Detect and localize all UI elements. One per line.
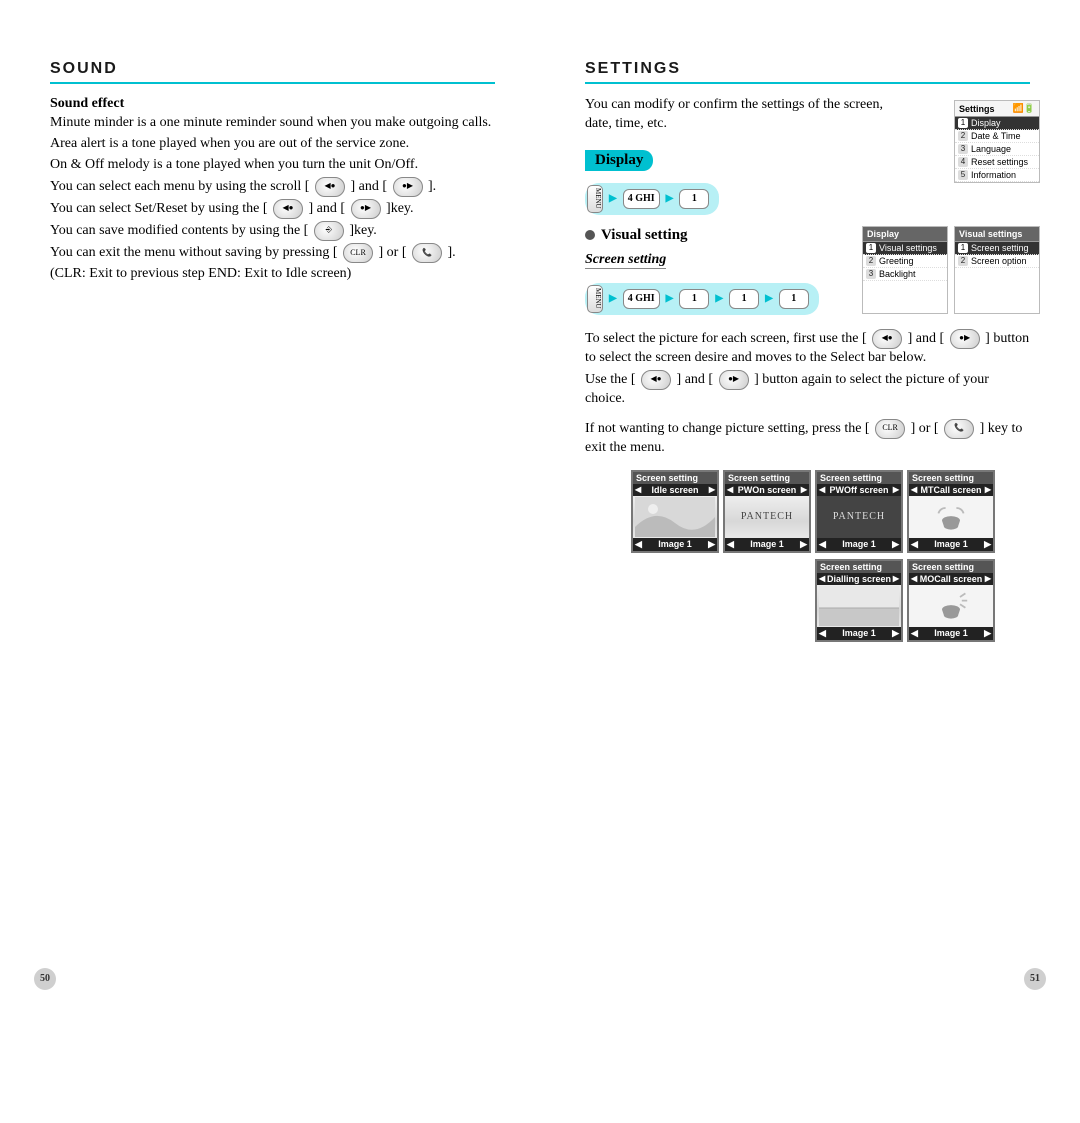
section-title-sound: SOUND — [50, 60, 495, 78]
landscape-thumb-icon — [817, 585, 901, 627]
page-number-right: 51 — [1024, 968, 1046, 990]
arrow-icon: ▶ — [666, 193, 674, 204]
paragraph: You can save modified contents by using … — [50, 221, 495, 241]
paragraph: On & Off melody is a tone played when yo… — [50, 156, 495, 175]
ok-key-icon: ⎆ — [314, 221, 344, 241]
phone-header-title: Settings — [959, 104, 995, 114]
paragraph: If not wanting to change picture setting… — [585, 419, 1030, 458]
phone-header-title: Visual settings — [959, 229, 1022, 239]
scroll-right-icon: ●▶ — [950, 329, 980, 349]
signal-battery-icon: 📶🔋 — [1013, 103, 1035, 114]
pantech-logo-dark-icon: PANTECH — [817, 496, 901, 538]
nav-strip-display: MENU ▶ 4 GHI ▶ 1 — [585, 183, 719, 215]
keypad-1-icon: 1 — [729, 289, 759, 309]
pantech-logo-icon: PANTECH — [725, 496, 809, 538]
paragraph: Area alert is a tone played when you are… — [50, 135, 495, 154]
paragraph: (CLR: Exit to previous step END: Exit to… — [50, 265, 495, 284]
keypad-1-icon: 1 — [679, 189, 709, 209]
end-key-icon: 📞 — [944, 419, 974, 439]
phone-screenshot-visual: Visual settings 1Screen setting 2Screen … — [954, 226, 1040, 314]
menu-key-icon: MENU — [587, 185, 603, 213]
scroll-right-icon: ●▶ — [393, 177, 423, 197]
scroll-right-icon: ●▶ — [719, 370, 749, 390]
screen-preview: Screen setting ◀MTCall screen▶ ◀Image 1▶ — [907, 470, 995, 553]
paragraph: Minute minder is a one minute reminder s… — [50, 114, 495, 133]
menu-key-icon: MENU — [587, 285, 603, 313]
subhead-screen-setting: Screen setting — [585, 252, 666, 269]
page-number-left: 50 — [34, 968, 56, 990]
arrow-icon: ▶ — [715, 293, 723, 304]
screen-preview: Screen setting ◀Dialling screen▶ ◀Image … — [815, 559, 903, 642]
paragraph: You can modify or confirm the settings o… — [585, 96, 885, 134]
screen-preview: Screen setting ◀MOCall screen▶ ◀Image 1▶ — [907, 559, 995, 642]
title-rule — [50, 82, 495, 84]
keypad-4-icon: 4 GHI — [623, 289, 660, 309]
scroll-left-icon: ◀● — [872, 329, 902, 349]
keypad-1-icon: 1 — [779, 289, 809, 309]
arrow-icon: ▶ — [609, 293, 617, 304]
landscape-thumb-icon — [633, 496, 717, 538]
arrow-icon: ▶ — [765, 293, 773, 304]
clr-key-icon: CLR — [343, 243, 373, 263]
paragraph: You can select each menu by using the sc… — [50, 177, 495, 197]
end-key-icon: 📞 — [412, 243, 442, 263]
clr-key-icon: CLR — [875, 419, 905, 439]
subhead-sound-effect: Sound effect — [50, 96, 495, 112]
arrow-icon: ▶ — [609, 193, 617, 204]
bullet-icon — [585, 230, 595, 240]
paragraph: To select the picture for each screen, f… — [585, 329, 1030, 368]
arrow-icon: ▶ — [666, 293, 674, 304]
phone-screenshot-display: Display 1Visual settings 2Greeting 3Back… — [862, 226, 948, 314]
phone-header-title: Display — [867, 229, 899, 239]
scroll-left-icon: ◀● — [641, 370, 671, 390]
phone-ringing-icon — [909, 496, 993, 538]
left-page: SOUND Sound effect Minute minder is a on… — [40, 60, 505, 960]
screen-preview: Screen setting ◀PWOn screen▶ PANTECH ◀Im… — [723, 470, 811, 553]
display-tag: Display — [585, 150, 653, 171]
keypad-1-icon: 1 — [679, 289, 709, 309]
screen-preview: Screen setting ◀Idle screen▶ ◀Image 1▶ — [631, 470, 719, 553]
phone-ringing-icon — [909, 585, 993, 627]
title-rule — [585, 82, 1030, 84]
heading-visual-setting: Visual setting — [601, 227, 688, 244]
keypad-4-icon: 4 GHI — [623, 189, 660, 209]
phone-screenshot-settings: Settings 📶🔋 1Display 2Date & Time 3Langu… — [954, 100, 1040, 183]
scroll-right-icon: ●▶ — [351, 199, 381, 219]
screen-preview: Screen setting ◀PWOff screen▶ PANTECH ◀I… — [815, 470, 903, 553]
paragraph: You can exit the menu without saving by … — [50, 243, 495, 263]
paragraph: You can select Set/Reset by using the [ … — [50, 199, 495, 219]
nav-strip-screen-setting: MENU ▶ 4 GHI ▶ 1 ▶ 1 ▶ 1 — [585, 283, 819, 315]
right-page: SETTINGS You can modify or confirm the s… — [575, 60, 1040, 960]
section-title-settings: SETTINGS — [585, 60, 1030, 78]
scroll-left-icon: ◀● — [273, 199, 303, 219]
screen-preview-grid: Screen setting ◀Idle screen▶ ◀Image 1▶ S… — [631, 470, 1030, 642]
scroll-left-icon: ◀● — [315, 177, 345, 197]
paragraph: Use the [ ◀● ] and [ ●▶ ] button again t… — [585, 370, 1030, 409]
